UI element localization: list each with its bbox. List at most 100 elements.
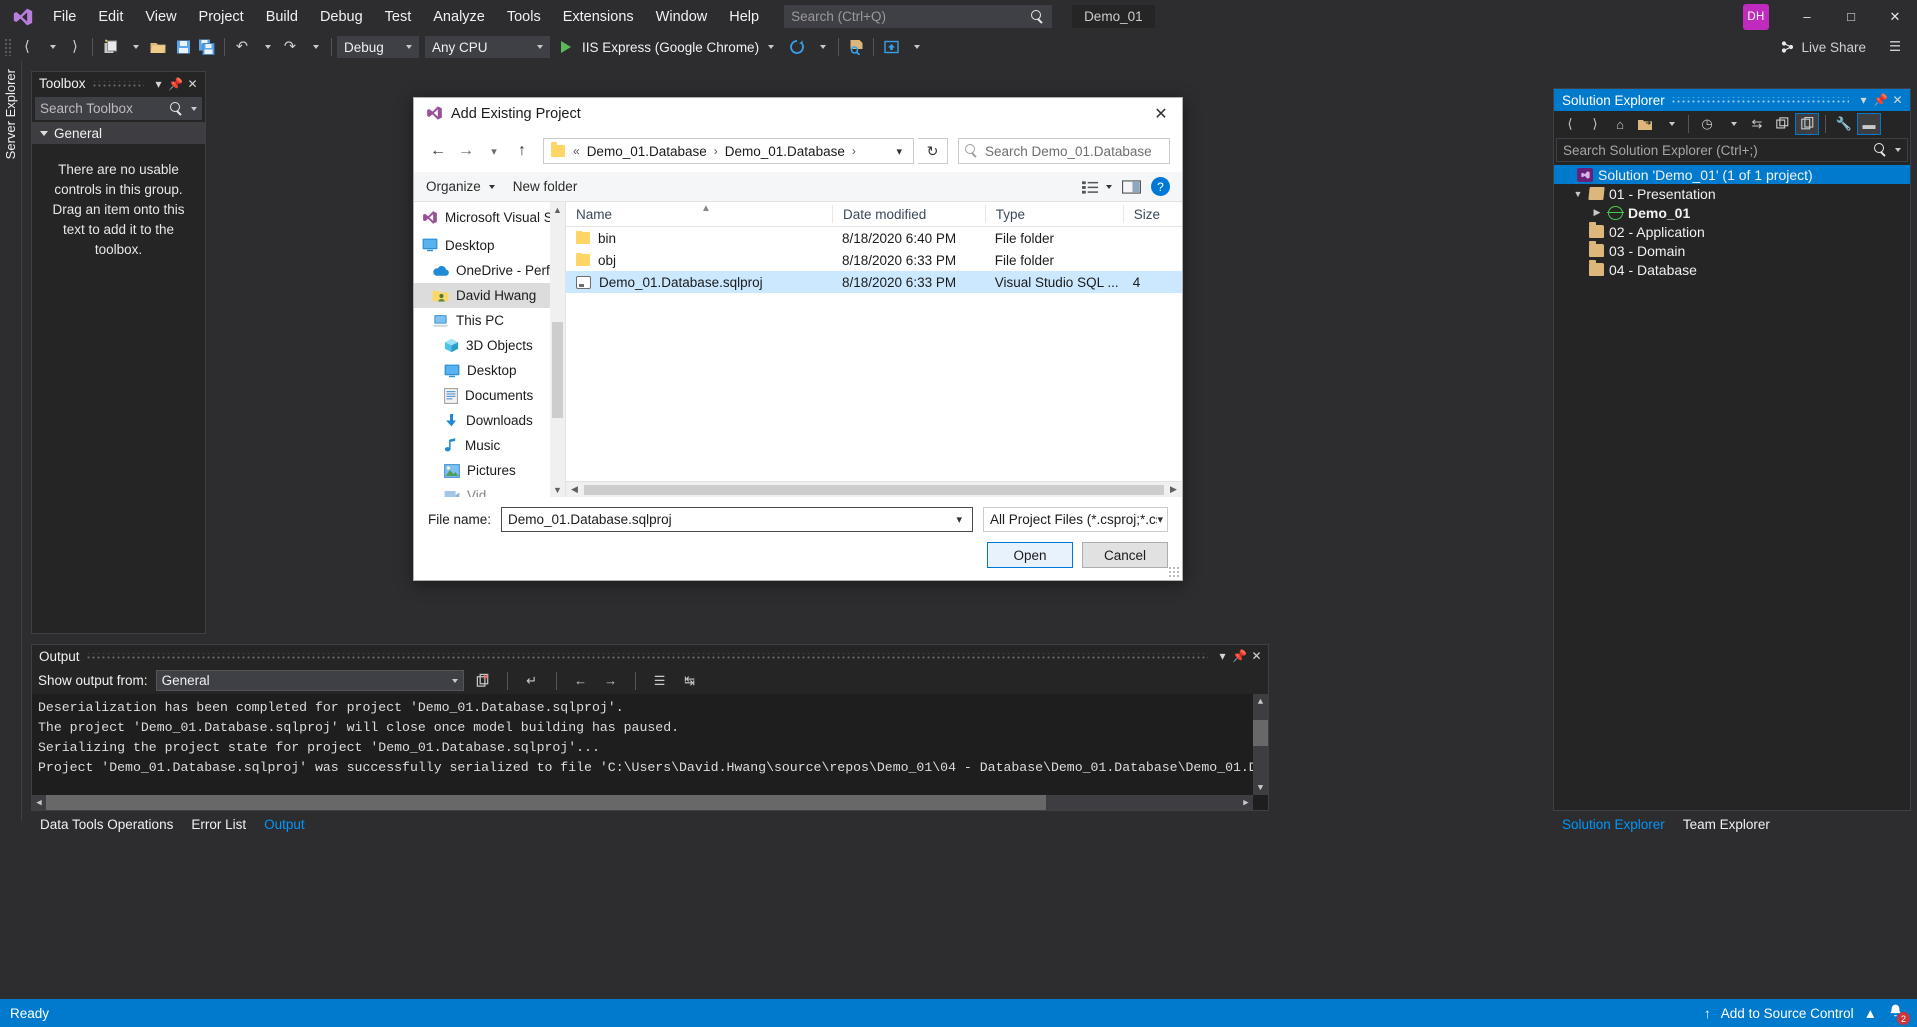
chevron-down-icon[interactable] <box>191 107 197 111</box>
tree-item-03-domain[interactable]: 03 - Domain <box>1554 241 1910 260</box>
home-icon[interactable]: ⌂ <box>1608 113 1632 135</box>
scroll-down-icon[interactable]: ▼ <box>1253 780 1268 795</box>
menu-item-view[interactable]: View <box>134 4 187 30</box>
forward-icon[interactable]: ⟩ <box>1583 113 1607 135</box>
new-project-dropdown-icon[interactable] <box>122 35 146 59</box>
menu-item-debug[interactable]: Debug <box>309 4 374 30</box>
menu-item-build[interactable]: Build <box>255 4 309 30</box>
notifications-button[interactable]: 2 <box>1887 1003 1907 1023</box>
up-icon[interactable]: ↑ <box>510 138 534 164</box>
toolbar-grip[interactable] <box>4 38 12 56</box>
expander-expanded-icon[interactable]: ▼ <box>1572 189 1584 199</box>
toolbox-search-input[interactable]: Search Toolbox <box>35 97 202 120</box>
tab-team-explorer[interactable]: Team Explorer <box>1674 814 1779 835</box>
scroll-left-icon[interactable]: ◀ <box>566 484 583 495</box>
redo-icon[interactable]: ↷ <box>278 35 302 59</box>
toggle-wordwrap-icon[interactable]: ↵ <box>521 670 543 692</box>
scroll-right-icon[interactable]: ▶ <box>1165 484 1182 495</box>
tab-solution-explorer[interactable]: Solution Explorer <box>1553 814 1674 835</box>
nav-item-david-hwang[interactable]: David Hwang <box>414 283 565 308</box>
nav-item-music[interactable]: Music <box>414 433 565 458</box>
pin-icon[interactable]: 📌 <box>1872 91 1889 109</box>
organize-button[interactable]: Organize <box>426 179 495 194</box>
menu-item-test[interactable]: Test <box>374 4 423 30</box>
tab-data-tools-operations[interactable]: Data Tools Operations <box>31 814 182 835</box>
save-all-icon[interactable] <box>195 35 219 59</box>
chevron-down-icon[interactable]: ▾ <box>1855 91 1872 109</box>
open-file-icon[interactable] <box>146 35 171 59</box>
menu-item-project[interactable]: Project <box>188 4 255 30</box>
column-header-size[interactable]: Size <box>1123 205 1182 223</box>
cancel-button[interactable]: Cancel <box>1082 542 1168 568</box>
toolbox-group-general[interactable]: General <box>32 122 205 144</box>
switch-views-dropdown-icon[interactable] <box>1658 113 1682 135</box>
recent-locations-icon[interactable]: ▾ <box>482 138 506 164</box>
close-button[interactable]: ✕ <box>1873 0 1917 33</box>
redo-dropdown-icon[interactable] <box>302 35 326 59</box>
maximize-button[interactable]: □ <box>1829 0 1873 33</box>
nav-item-desktop-2[interactable]: Desktop <box>414 358 565 383</box>
file-type-filter-select[interactable]: All Project Files (*.csproj;*.cspro ▾ <box>983 507 1168 532</box>
tab-output[interactable]: Output <box>255 814 314 835</box>
scrollbar-thumb[interactable] <box>46 795 1046 810</box>
navigate-backward-dropdown-icon[interactable] <box>39 35 63 59</box>
dialog-search-input[interactable]: Search Demo_01.Database <box>958 138 1170 164</box>
close-icon[interactable]: ✕ <box>1248 647 1265 665</box>
back-icon[interactable]: ← <box>426 138 450 164</box>
scrollbar-thumb[interactable] <box>584 485 1164 495</box>
scroll-down-icon[interactable]: ▼ <box>550 482 565 497</box>
close-icon[interactable]: ✕ <box>1889 91 1906 109</box>
go-to-previous-message-icon[interactable]: ← <box>570 670 592 692</box>
navigate-forward-icon[interactable]: ⟩ <box>63 35 87 59</box>
breadcrumb-dropdown-icon[interactable]: ▾ <box>889 145 909 158</box>
undo-icon[interactable]: ↶ <box>230 35 254 59</box>
scroll-left-icon[interactable]: ◀ <box>32 795 46 810</box>
solution-configuration-select[interactable]: Debug <box>337 36 419 58</box>
clear-pane-icon[interactable]: ☰ <box>649 670 671 692</box>
breadcrumb-segment[interactable]: Demo_01.Database <box>722 142 848 161</box>
pin-icon[interactable]: 📌 <box>167 75 184 93</box>
output-horizontal-scrollbar[interactable]: ◀ ▶ <box>32 795 1253 810</box>
menu-item-extensions[interactable]: Extensions <box>552 4 645 30</box>
expander-collapsed-icon[interactable]: ▶ <box>1591 207 1603 218</box>
nav-item-microsoft-visual-studio[interactable]: Microsoft Visual S <box>414 202 565 232</box>
back-icon[interactable]: ⟨ <box>1558 113 1582 135</box>
navigate-backward-icon[interactable]: ⟨ <box>15 35 39 59</box>
new-folder-button[interactable]: New folder <box>513 179 578 194</box>
pending-changes-filter-icon[interactable]: ◷ <box>1695 113 1719 135</box>
browser-link-dropdown-icon[interactable] <box>903 35 927 59</box>
breadcrumb-segment[interactable]: Demo_01.Database <box>584 142 710 161</box>
breadcrumb[interactable]: « Demo_01.Database › Demo_01.Database › … <box>543 138 914 164</box>
avatar[interactable]: DH <box>1743 4 1769 30</box>
scroll-up-icon[interactable]: ▲ <box>1253 694 1268 709</box>
menu-item-edit[interactable]: Edit <box>87 4 134 30</box>
close-icon[interactable]: ✕ <box>184 75 201 93</box>
file-row[interactable]: Demo_01.Database.sqlproj 8/18/2020 6:33 … <box>566 271 1182 293</box>
add-to-source-control-button[interactable]: Add to Source Control <box>1721 1006 1854 1021</box>
change-view-button[interactable] <box>1082 180 1112 194</box>
undo-dropdown-icon[interactable] <box>254 35 278 59</box>
hot-reload-icon[interactable] <box>785 35 809 59</box>
output-text-area[interactable]: Deserialization has been completed for p… <box>32 694 1268 810</box>
chevron-down-icon[interactable] <box>1895 148 1901 152</box>
breadcrumb-overflow-icon[interactable]: « <box>573 144 580 158</box>
chevron-down-icon[interactable]: ▾ <box>950 513 968 526</box>
nav-item-3d-objects[interactable]: 3D Objects <box>414 333 565 358</box>
hot-reload-dropdown-icon[interactable] <box>809 35 833 59</box>
save-icon[interactable] <box>171 35 195 59</box>
solution-platform-select[interactable]: Any CPU <box>425 36 550 58</box>
minimize-button[interactable]: – <box>1785 0 1829 33</box>
switch-views-icon[interactable] <box>1633 113 1657 135</box>
server-explorer-tab[interactable]: Server Explorer <box>0 61 21 167</box>
menu-item-file[interactable]: File <box>42 4 87 30</box>
close-icon[interactable]: ✕ <box>1140 98 1182 130</box>
show-preview-pane-button[interactable] <box>1122 180 1141 194</box>
file-row[interactable]: bin 8/18/2020 6:40 PM File folder <box>566 227 1182 249</box>
column-header-type[interactable]: Type <box>985 205 1123 223</box>
scroll-right-icon[interactable]: ▶ <box>1239 795 1253 810</box>
file-list-horizontal-scrollbar[interactable]: ◀ ▶ <box>566 481 1182 497</box>
start-debugging-button[interactable]: IIS Express (Google Chrome) <box>558 35 777 59</box>
output-vertical-scrollbar[interactable]: ▲ ▼ <box>1253 694 1268 795</box>
help-icon[interactable]: ? <box>1151 177 1170 196</box>
drag-handle[interactable] <box>1671 97 1849 103</box>
